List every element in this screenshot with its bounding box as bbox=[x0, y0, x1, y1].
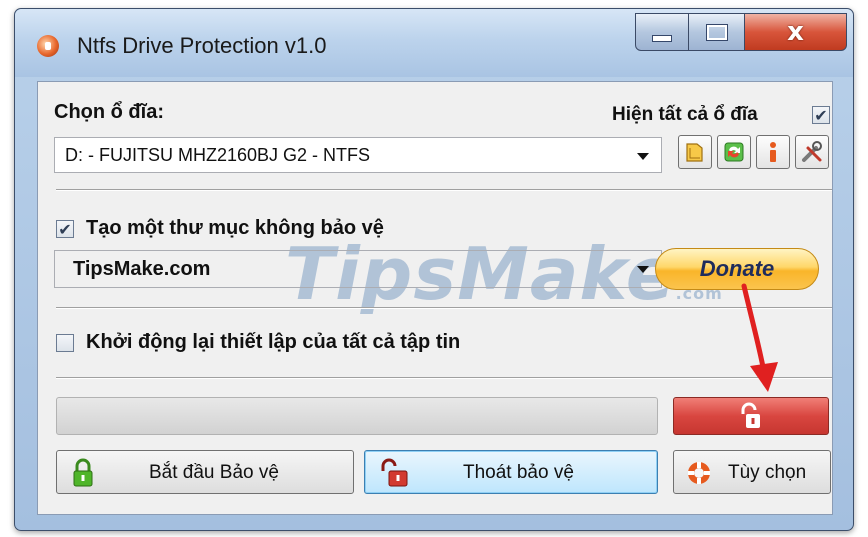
refresh-icon bbox=[724, 142, 744, 162]
start-protection-button[interactable]: Bắt đầu Bảo vệ bbox=[56, 450, 354, 494]
locked-padlock-icon bbox=[73, 458, 93, 487]
drive-select[interactable]: D: - FUJITSU MHZ2160BJ G2 - NTFS bbox=[54, 137, 662, 173]
title-bar[interactable]: Ntfs Drive Protection v1.0 x bbox=[15, 9, 853, 77]
unlocked-padlock-icon bbox=[741, 402, 760, 428]
checkmark-icon: ✔ bbox=[814, 105, 828, 125]
maximize-icon bbox=[705, 23, 728, 41]
folder-icon bbox=[686, 143, 703, 162]
restart-settings-label: Khởi động lại thiết lập của tất cả tập t… bbox=[86, 331, 461, 353]
stop-protection-button[interactable]: Thoát bảo vệ bbox=[364, 450, 658, 494]
unlock-status-button[interactable] bbox=[673, 397, 829, 435]
minimize-button[interactable] bbox=[635, 13, 689, 51]
chevron-down-icon bbox=[637, 266, 649, 273]
show-all-drives-label: Hiện tất cả ổ đĩa bbox=[612, 104, 758, 125]
lifebuoy-icon bbox=[688, 462, 710, 484]
unprotected-folder-checkbox[interactable]: ✔ bbox=[56, 219, 74, 239]
show-all-drives-checkbox[interactable]: ✔ bbox=[812, 105, 830, 125]
info-icon bbox=[770, 142, 776, 162]
options-label: Tùy chọn bbox=[728, 462, 807, 483]
tools-button[interactable] bbox=[795, 135, 829, 169]
info-button[interactable] bbox=[756, 135, 790, 169]
separator bbox=[56, 377, 832, 379]
refresh-button[interactable] bbox=[717, 135, 751, 169]
unlocked-padlock-icon bbox=[381, 458, 408, 487]
separator bbox=[56, 307, 832, 309]
drive-label: Chọn ổ đĩa: bbox=[54, 101, 164, 123]
options-button[interactable]: Tùy chọn bbox=[673, 450, 831, 494]
app-icon bbox=[37, 35, 59, 57]
donate-button[interactable]: Donate bbox=[655, 248, 819, 290]
close-icon: x bbox=[787, 17, 804, 47]
separator bbox=[56, 189, 832, 191]
progress-bar bbox=[56, 397, 658, 435]
folder-select[interactable]: TipsMake.com bbox=[54, 250, 662, 288]
start-protection-label: Bắt đầu Bảo vệ bbox=[149, 462, 279, 483]
folder-select-value: TipsMake.com bbox=[73, 258, 211, 280]
minimize-icon bbox=[652, 34, 672, 42]
checkmark-icon: ✔ bbox=[58, 219, 72, 239]
maximize-button[interactable] bbox=[689, 13, 745, 51]
tools-icon bbox=[802, 141, 822, 162]
window-title: Ntfs Drive Protection v1.0 bbox=[77, 33, 327, 58]
stop-protection-label: Thoát bảo vệ bbox=[463, 462, 574, 483]
open-folder-button[interactable] bbox=[678, 135, 712, 169]
chevron-down-icon bbox=[637, 153, 649, 160]
caption-buttons: x bbox=[635, 13, 847, 51]
close-button[interactable]: x bbox=[745, 13, 847, 51]
restart-settings-checkbox[interactable] bbox=[56, 334, 74, 352]
drive-select-value: D: - FUJITSU MHZ2160BJ G2 - NTFS bbox=[65, 145, 371, 165]
